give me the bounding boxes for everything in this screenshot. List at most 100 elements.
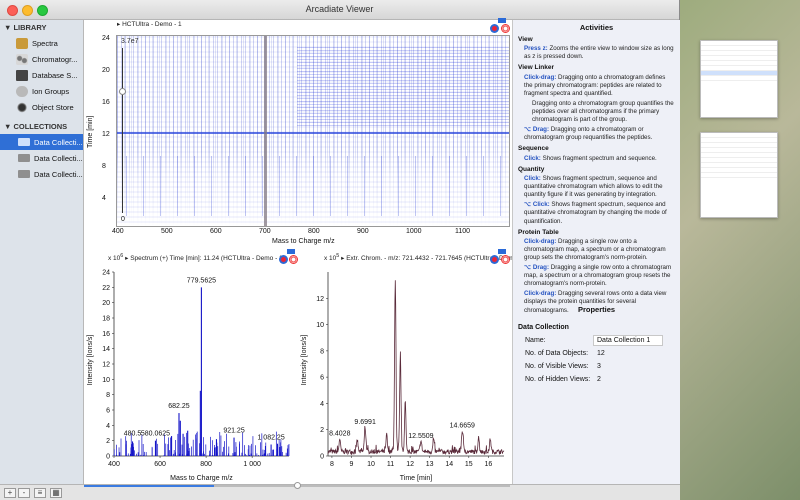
panel-menu-icon[interactable]: [287, 249, 295, 254]
chromatogram-y-tick: 4: [320, 401, 324, 408]
link-icon[interactable]: [490, 24, 499, 33]
spectrum-plot[interactable]: 024681012141618202224400 600 800 1 000779.5…: [84, 260, 298, 484]
spectrum-peak-label: 1 082.25: [257, 434, 284, 441]
ion-groups-icon: [16, 85, 28, 97]
sidebar-item-object-store[interactable]: Object Store: [0, 99, 83, 115]
collections-header[interactable]: ▼ COLLECTIONS: [0, 119, 83, 134]
sidebar-item-collection-2[interactable]: Data Collecti...: [0, 150, 83, 166]
chromatogram-peak-label: 12.5509: [408, 433, 433, 440]
spectrum-x-tick: 1 000: [243, 461, 261, 468]
heatmap-x-tick: 800: [308, 228, 320, 235]
activity-section-heading: Quantity: [518, 165, 545, 173]
spectrum-y-tick: 8: [106, 392, 110, 399]
chromatogram-y-tick: 10: [316, 322, 324, 329]
remove-button[interactable]: -: [18, 488, 30, 498]
spectrum-y-tick: 14: [102, 346, 110, 353]
heatmap-y-tick: 16: [102, 99, 110, 106]
heatmap-y-tick: 4: [102, 195, 106, 202]
list-view-icon[interactable]: ≡: [34, 488, 46, 498]
plot-area: [328, 272, 504, 456]
sidebar: ▼ LIBRARY Spectra Chromatogr... Database…: [0, 20, 84, 484]
activity-section-heading: Sequence: [518, 145, 549, 153]
chromatogram-x-tick: 11: [387, 461, 394, 468]
properties-subtitle: Data Collection: [518, 324, 569, 331]
heatmap-y-tick: 20: [102, 67, 110, 74]
heatmap-x-tick: 1100: [455, 228, 471, 235]
spectrum-peak-label: 580.0625: [141, 431, 170, 438]
activity-item: ⌥ Click: Shows fragment spectrum, sequen…: [524, 201, 667, 225]
activities-title: Activities: [579, 23, 614, 32]
panel-menu-icon[interactable]: [498, 18, 506, 23]
mz-crosshair[interactable]: [264, 36, 267, 226]
heatmap-x-tick: 1000: [406, 228, 422, 235]
properties-panel: Properties Data Collection Name: Data Co…: [513, 302, 680, 484]
sidebar-item-collection-3[interactable]: Data Collecti...: [0, 166, 83, 182]
activity-item: Dragging onto a chromatogram group quant…: [532, 99, 674, 124]
activities-panel: Activities View Press z: Zooms the entire…: [513, 20, 680, 320]
window-title: Arcadiate Viewer: [305, 4, 374, 14]
activity-item: Click: Shows fragment spectrum and seque…: [524, 154, 657, 162]
library-header[interactable]: ▼ LIBRARY: [0, 20, 83, 35]
spectrum-xlabel: Mass to Charge m/z: [170, 475, 233, 482]
spectrum-peak-label: 779.5625: [187, 277, 216, 284]
chromatogram-y-tick: 12: [316, 296, 324, 303]
database-icon: [16, 69, 28, 81]
time-crosshair[interactable]: [117, 132, 509, 134]
intensity-scale-bar[interactable]: [122, 48, 123, 213]
background-window-1: [700, 40, 778, 118]
heatmap-x-tick: 500: [161, 228, 173, 235]
spectrum-peak-label: 921.25: [223, 428, 245, 435]
sidebar-item-spectra[interactable]: Spectra: [0, 35, 83, 51]
chromatogram-xlabel: Time [min]: [400, 475, 432, 482]
intensity-max-label: 3.7e7: [121, 38, 139, 45]
heatmap-y-tick: 12: [102, 131, 110, 138]
spectrum-y-tick: 4: [106, 423, 110, 430]
activity-item: ⌥ Drag: Dragging a single row onto a chr…: [524, 264, 672, 288]
chromatogram-x-tick: 13: [426, 461, 434, 468]
chromatogram-x-tick: 15: [465, 461, 473, 468]
heatmap-y-tick: 8: [102, 163, 106, 170]
intensity-scale-knob[interactable]: [119, 88, 126, 95]
chromatogram-ylabel: Intensity [Ions/s]: [301, 335, 308, 386]
heatmap-ylabel: Time [min]: [87, 115, 94, 148]
activity-item: Click: Shows fragment spectrum, sequence…: [524, 175, 663, 199]
panel-menu-icon[interactable]: [498, 249, 506, 254]
ms-heatmap[interactable]: 3.7e7 0: [116, 35, 510, 227]
background-window-2: [700, 132, 778, 218]
spectra-icon: [16, 37, 28, 49]
chromatogram-y-tick: 2: [320, 427, 324, 434]
spectrum-y-tick: 6: [106, 408, 110, 415]
heatmap-x-tick: 400: [112, 228, 124, 235]
disclosure-triangle-icon[interactable]: ▼: [4, 23, 11, 32]
heatmap-x-tick: 600: [210, 228, 222, 235]
grid-view-icon[interactable]: ▦: [50, 488, 62, 498]
collection-name-field[interactable]: Data Collection 1: [593, 335, 663, 346]
folder-icon: [18, 170, 30, 178]
heatmap-y-tick: 24: [102, 35, 110, 42]
spectrum-y-tick: 2: [106, 438, 110, 445]
close-panel-icon[interactable]: [501, 24, 510, 33]
chromatogram-peak-label: 14.6659: [450, 423, 475, 430]
chromatogram-y-tick: 0: [320, 454, 324, 461]
chromatogram-plot[interactable]: 0 2 4 6 8 10 12 8 9 10 11 12 13 14 15 16 8.40289.6991 12.…: [298, 260, 512, 484]
sidebar-item-ion-groups[interactable]: Ion Groups: [0, 83, 83, 99]
add-button[interactable]: +: [4, 488, 16, 498]
heatmap-xlabel: Mass to Charge m/z: [272, 238, 335, 245]
sidebar-item-chromatograms[interactable]: Chromatogr...: [0, 51, 83, 67]
activity-section-heading: View Linker: [518, 64, 555, 72]
inspector-panel: Activities View Press z: Zooms the entire…: [512, 20, 680, 484]
property-row-visible-views: No. of Visible Views: 3: [525, 363, 601, 370]
sidebar-item-database-search[interactable]: Database S...: [0, 67, 83, 83]
list-item: [701, 173, 777, 178]
activity-item: ⌥ Drag: Dragging onto a chromatogram or …: [524, 126, 653, 142]
folder-icon: [18, 154, 30, 162]
disclosure-triangle-icon[interactable]: ▼: [4, 122, 11, 131]
activity-item: Click-drag: Dragging a single row onto a…: [524, 238, 666, 262]
sidebar-item-collection-1[interactable]: Data Collecti...: [0, 134, 83, 150]
activity-item: Click-drag: Dragging onto a chromatogram…: [524, 73, 666, 97]
spectrum-y-tick: 20: [102, 300, 110, 307]
activity-section-heading: View: [518, 35, 533, 43]
zoom-slider-knob[interactable]: [294, 482, 301, 489]
chromatogram-x-tick: 12: [406, 461, 414, 468]
chromatogram-peak-label: 9.6991: [354, 419, 376, 426]
